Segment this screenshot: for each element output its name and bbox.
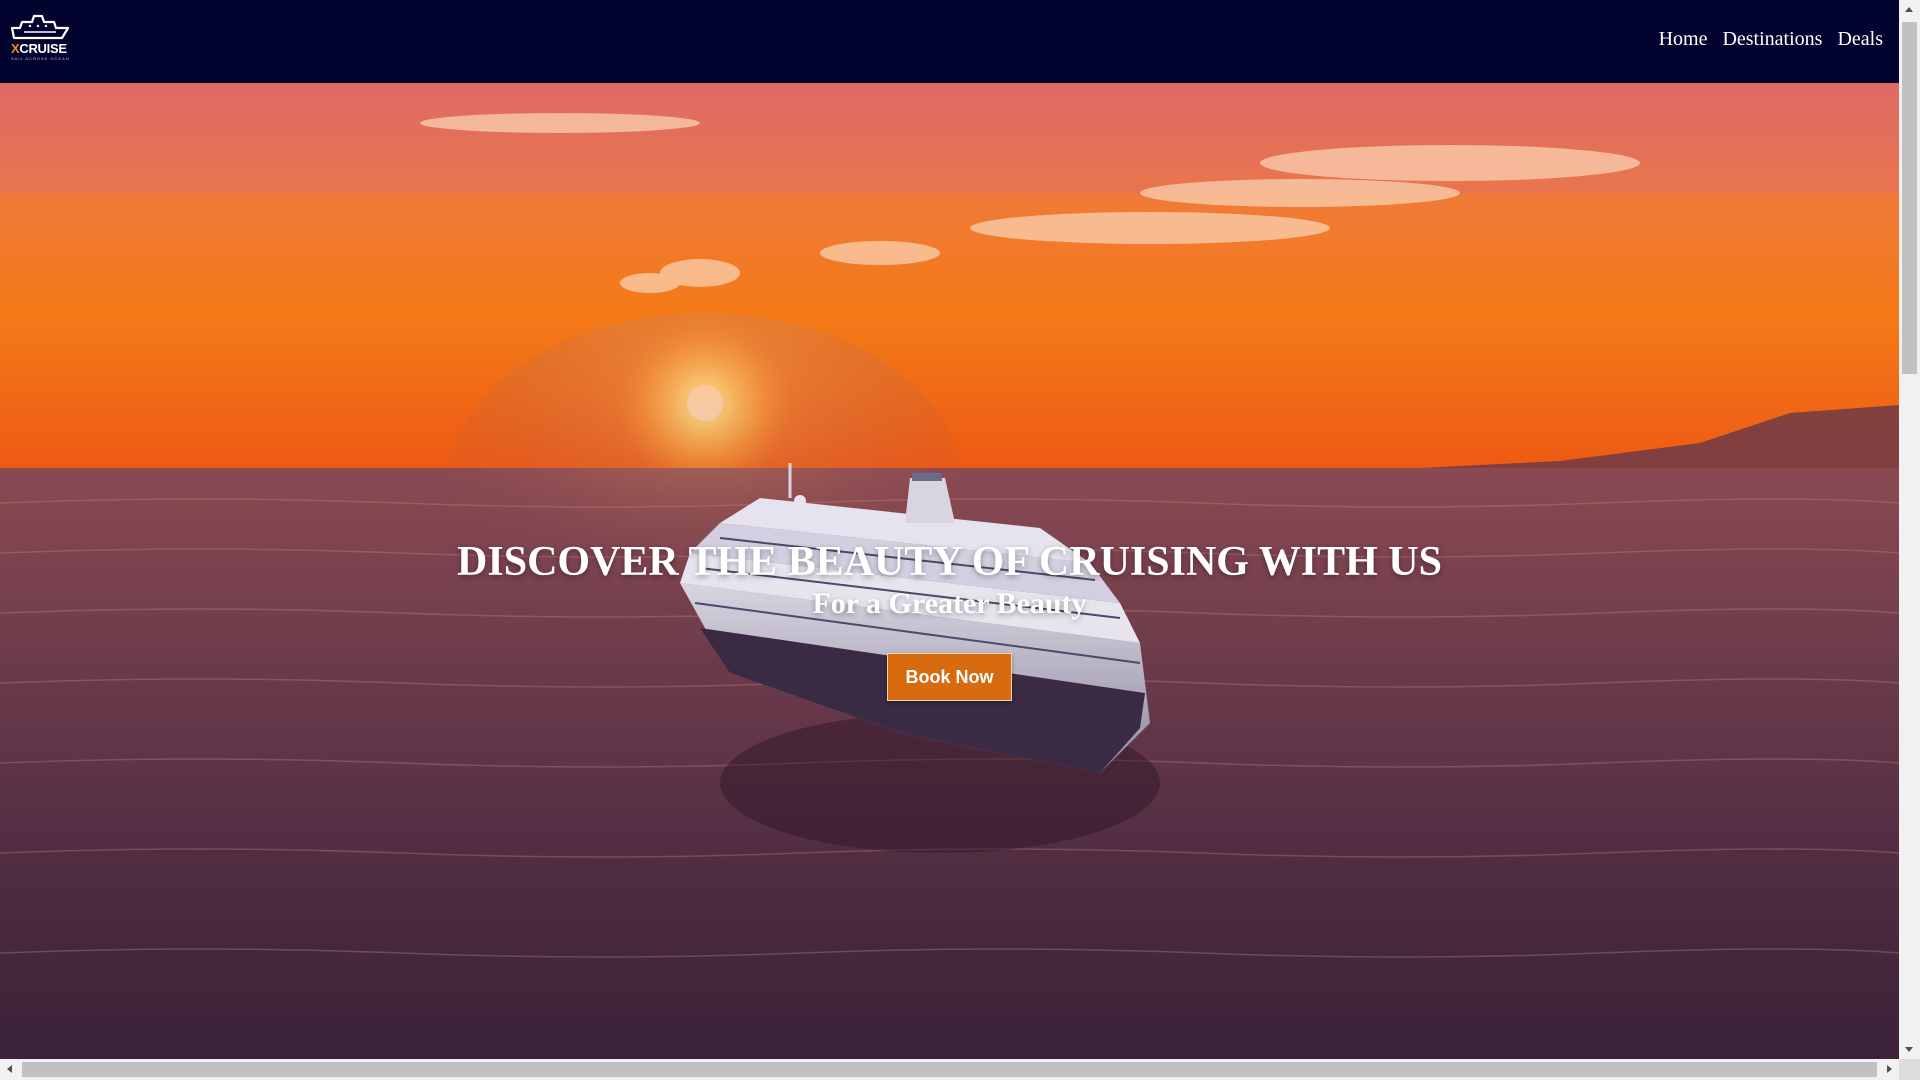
hero-subtitle: For a Greater Beauty [812, 587, 1087, 620]
hero-section: DISCOVER THE BEAUTY OF CRUISING WITH US … [0, 83, 1899, 1059]
scroll-left-arrow-icon[interactable] [7, 1065, 12, 1073]
hero-content: DISCOVER THE BEAUTY OF CRUISING WITH US … [0, 538, 1899, 701]
scroll-right-arrow-icon[interactable] [1887, 1065, 1892, 1073]
nav-link-deals[interactable]: Deals [1837, 28, 1883, 51]
brand-tagline: SAIL ACROSS OCEAN [11, 56, 70, 61]
brand-logo[interactable]: XCRUISE SAIL ACROSS OCEAN [10, 12, 70, 64]
scroll-down-arrow-icon[interactable] [1905, 1047, 1913, 1052]
horizontal-scrollbar-thumb[interactable] [22, 1062, 1877, 1077]
vertical-scrollbar-thumb[interactable] [1902, 22, 1917, 374]
horizontal-scrollbar[interactable] [0, 1059, 1899, 1080]
cruise-ship-logo-icon [10, 14, 70, 40]
brand-wordmark: XCRUISE [11, 41, 67, 56]
nav-link-destinations[interactable]: Destinations [1722, 28, 1822, 51]
nav-link-home[interactable]: Home [1659, 28, 1708, 51]
book-now-button[interactable]: Book Now [887, 653, 1012, 701]
scroll-up-arrow-icon[interactable] [1905, 7, 1913, 12]
brand-name: CRUISE [19, 41, 67, 56]
nav-links: Home Destinations Deals [1659, 28, 1883, 51]
browser-viewport: XCRUISE SAIL ACROSS OCEAN Home Destinati… [0, 0, 1899, 1059]
scrollbar-corner [1899, 1059, 1920, 1080]
vertical-scrollbar[interactable] [1899, 0, 1920, 1059]
hero-title: DISCOVER THE BEAUTY OF CRUISING WITH US [457, 539, 1442, 585]
navbar: XCRUISE SAIL ACROSS OCEAN Home Destinati… [0, 0, 1899, 83]
